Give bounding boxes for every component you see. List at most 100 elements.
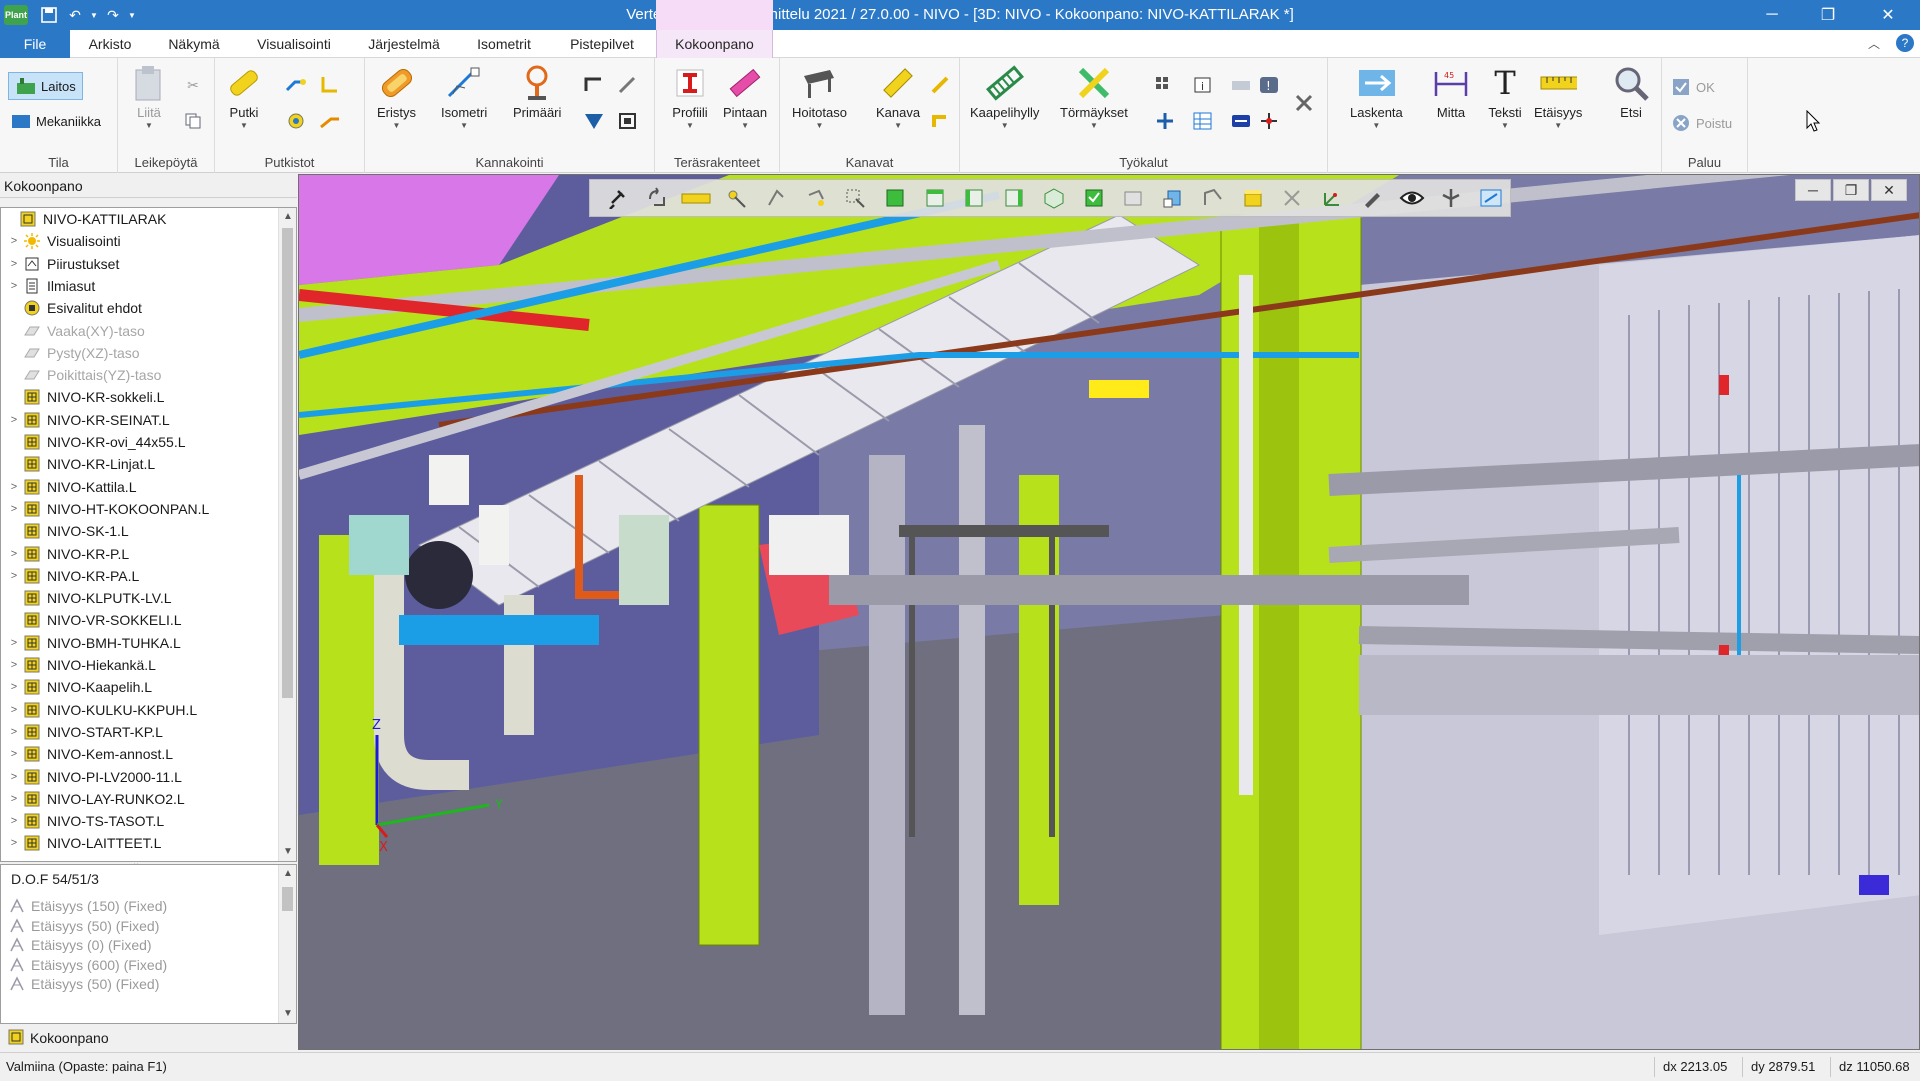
mekaniikka-button[interactable]: Mekaniikka <box>10 110 101 132</box>
dof-scroll-up-icon[interactable]: ▲ <box>279 865 296 883</box>
info-tool-icon[interactable]: i <box>1192 74 1214 96</box>
support-tool-icon[interactable] <box>617 74 639 96</box>
kaapelihylly-button[interactable]: Kaapelihylly ▼ <box>970 64 1039 130</box>
visibility-eye-icon[interactable] <box>1393 182 1431 214</box>
tree-item[interactable]: > Ilmiasut <box>1 275 277 297</box>
tab-file[interactable]: File <box>0 30 70 58</box>
viewport-minimize-button[interactable]: ─ <box>1795 179 1831 201</box>
clip-box-icon[interactable] <box>1234 182 1272 214</box>
tree-item[interactable]: Esivalitut ehdot <box>1 297 277 319</box>
viewport-close-button[interactable]: ✕ <box>1871 179 1907 201</box>
tree-item[interactable]: > Visualisointi <box>1 230 277 252</box>
collapse-ribbon-icon[interactable]: ︿ <box>1868 35 1880 52</box>
kanava-button[interactable]: Kanava ▼ <box>876 64 920 130</box>
pin-icon[interactable] <box>598 182 636 214</box>
3d-viewport[interactable]: Z Y X ─ ❐ ✕ <box>298 174 1920 1050</box>
laitos-button[interactable]: Laitos <box>8 72 83 100</box>
pipe-slope-icon[interactable] <box>319 110 341 132</box>
mitta-button[interactable]: 45 Mitta <box>1432 64 1470 120</box>
tree-item[interactable]: NIVO-KATTILARAK <box>1 208 277 230</box>
expand-chevron-icon[interactable]: > <box>5 748 23 760</box>
teksti-button[interactable]: T Teksti ▼ <box>1486 64 1524 130</box>
table-tool-icon[interactable] <box>1192 110 1214 132</box>
layer-tool-icon[interactable] <box>1230 74 1252 96</box>
bar-tool-icon[interactable] <box>1230 110 1252 132</box>
duct-fitting-icon[interactable] <box>930 110 952 132</box>
tree-item[interactable]: NIVO-KR-ovi_44x55.L <box>1 431 277 453</box>
expand-chevron-icon[interactable]: > <box>5 771 23 783</box>
support-frame-icon[interactable] <box>617 110 639 132</box>
expand-chevron-icon[interactable]: > <box>5 704 23 716</box>
expand-chevron-icon[interactable]: > <box>5 837 23 849</box>
copy-icon[interactable] <box>182 110 204 132</box>
tree-item[interactable]: Pysty(XZ)-taso <box>1 342 277 364</box>
tab-nakyma[interactable]: Näkymä <box>158 30 230 58</box>
select-window-icon[interactable] <box>836 182 874 214</box>
hoitotaso-button[interactable]: Hoitotaso ▼ <box>792 64 847 130</box>
help-icon[interactable]: ? <box>1896 34 1914 52</box>
tab-isometrit[interactable]: Isometrit <box>466 30 542 58</box>
tree-item[interactable]: NIVO-KLPUTK-LV.L <box>1 587 277 609</box>
view-top-icon[interactable] <box>916 182 954 214</box>
laskenta-button[interactable]: Laskenta ▼ <box>1350 64 1403 130</box>
expand-chevron-icon[interactable]: > <box>5 548 23 560</box>
dof-scroll-down-icon[interactable]: ▼ <box>279 1005 296 1023</box>
eristys-button[interactable]: Eristys ▼ <box>377 64 416 130</box>
tree-item[interactable]: > NIVO-TS-TASOT.L <box>1 810 277 832</box>
scrollbar-thumb[interactable] <box>282 228 293 698</box>
primaari-button[interactable]: Primääri <box>513 64 561 120</box>
ok-button[interactable]: OK <box>1670 76 1715 98</box>
tree-item[interactable]: > NIVO-Kaapelih.L <box>1 676 277 698</box>
edit-pen-icon[interactable] <box>1353 182 1391 214</box>
etaisyys-button[interactable]: Etäisyys ▼ <box>1534 64 1582 130</box>
restore-button[interactable]: ❐ <box>1800 0 1856 30</box>
select-edge-icon[interactable] <box>757 182 795 214</box>
expand-chevron-icon[interactable]: > <box>5 481 23 493</box>
tree-item[interactable]: Vaaka(XY)-taso <box>1 320 277 342</box>
tree-item[interactable]: NIVO-SK-1.L <box>1 520 277 542</box>
measure-ruler-icon[interactable] <box>677 182 715 214</box>
tree-item[interactable]: > NIVO-Hiekankä.L <box>1 654 277 676</box>
view-iso-icon[interactable] <box>1035 182 1073 214</box>
select-face-icon[interactable] <box>797 182 835 214</box>
view-right-icon[interactable] <box>995 182 1033 214</box>
select-point-icon[interactable] <box>717 182 755 214</box>
expand-chevron-icon[interactable]: > <box>5 726 23 738</box>
grid-tool-icon[interactable] <box>1154 74 1176 96</box>
walk-mode-icon[interactable] <box>1432 182 1470 214</box>
warning-tool-icon[interactable]: ! <box>1258 74 1280 96</box>
profiili-button[interactable]: Profiili ▼ <box>671 64 709 130</box>
expand-chevron-icon[interactable]: > <box>5 258 23 270</box>
tree-scrollbar[interactable]: ▲ ▼ <box>278 208 296 861</box>
putki-button[interactable]: Putki ▼ <box>225 64 263 130</box>
tree-item[interactable]: NIVO-KR-sokkeli.L <box>1 386 277 408</box>
tab-kokoonpano[interactable]: Kokoonpano <box>656 30 773 59</box>
tab-arkisto[interactable]: Arkisto <box>78 30 142 58</box>
clip-plane-icon[interactable] <box>1194 182 1232 214</box>
scroll-down-icon[interactable]: ▼ <box>279 843 296 861</box>
tab-pistepilvet[interactable]: Pistepilvet <box>558 30 646 58</box>
tree-item[interactable]: Poikittais(YZ)-taso <box>1 364 277 386</box>
tree-item[interactable]: > NIVO-KR-PA.L <box>1 565 277 587</box>
expand-chevron-icon[interactable]: > <box>5 235 23 247</box>
view-bottom-icon[interactable] <box>1075 182 1113 214</box>
expand-chevron-icon[interactable]: > <box>5 659 23 671</box>
tools-icon[interactable] <box>1294 92 1316 114</box>
pipe-route-icon[interactable] <box>285 74 307 96</box>
dof-scrollbar-thumb[interactable] <box>282 887 293 911</box>
expand-chevron-icon[interactable]: > <box>5 681 23 693</box>
poistu-button[interactable]: Poistu <box>1670 112 1732 134</box>
expand-chevron-icon[interactable]: > <box>5 815 23 827</box>
bottom-tab-kokoonpano[interactable]: Kokoonpano <box>8 1026 109 1050</box>
tree-item[interactable]: > NIVO-PI-LV2000-11.L <box>1 766 277 788</box>
tree-item[interactable]: > NIVO-LAY-RUNKO2.L <box>1 788 277 810</box>
tree-item[interactable]: > NIVO-START-KP.L <box>1 721 277 743</box>
tree-item[interactable]: > NIVO-LAITTEET.L <box>1 832 277 854</box>
expand-chevron-icon[interactable]: > <box>5 793 23 805</box>
view-side-icon[interactable] <box>956 182 994 214</box>
close-button[interactable]: ✕ <box>1860 0 1916 30</box>
section-view-icon[interactable] <box>1115 182 1153 214</box>
dof-scrollbar[interactable]: ▲ ▼ <box>278 865 296 1023</box>
rotate-view-icon[interactable] <box>638 182 676 214</box>
tree-item[interactable]: NIVO-KR-Linjat.L <box>1 453 277 475</box>
